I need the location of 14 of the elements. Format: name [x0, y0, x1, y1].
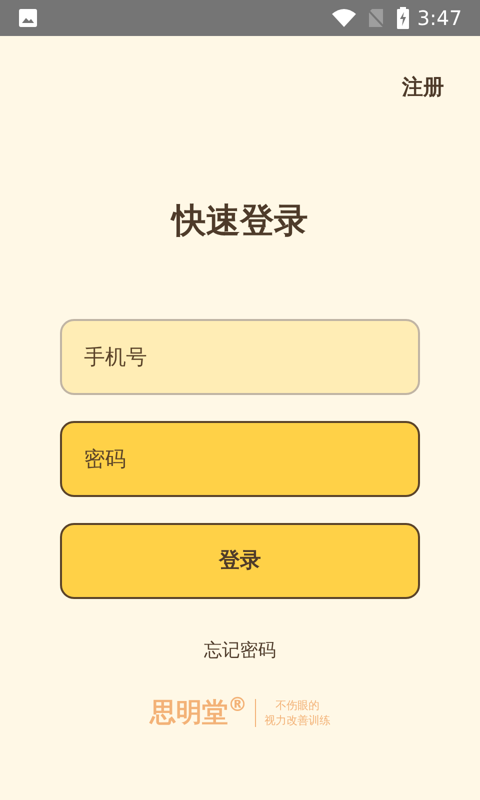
status-time: 3:47 [417, 5, 462, 32]
brand-tagline: 视力改善训练 [264, 713, 330, 728]
password-field[interactable]: 密码 [60, 420, 420, 496]
phone-field[interactable]: 手机号 [60, 318, 420, 394]
page-title: 快速登录 [170, 200, 309, 242]
register-link[interactable]: 注册 [402, 72, 444, 104]
image-icon [18, 8, 38, 28]
forgot-password-link[interactable]: 忘记密码 [204, 636, 276, 664]
brand-logo: 思明堂$^{®}$ [150, 694, 248, 730]
brand-tagline: 不伤眼的 [275, 698, 320, 713]
wifi-icon [331, 8, 358, 28]
no-sim-icon [367, 8, 386, 28]
battery-charging-icon [397, 7, 410, 29]
login-button[interactable]: 登录 [60, 522, 420, 598]
